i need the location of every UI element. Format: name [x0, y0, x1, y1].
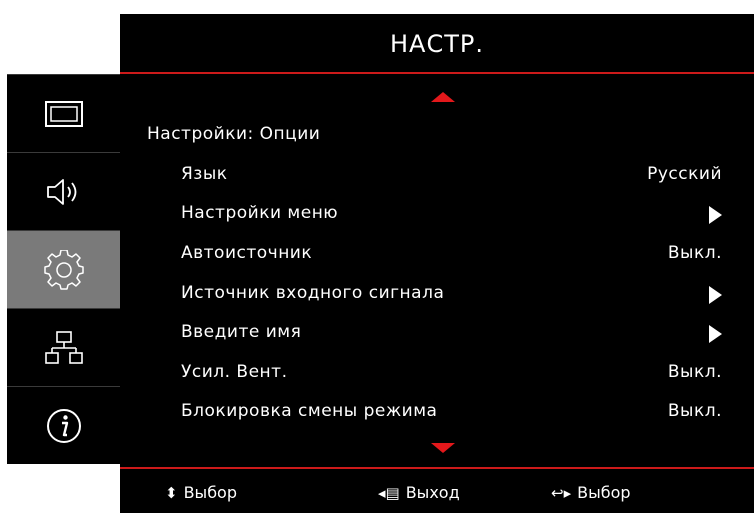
footer-divider [120, 467, 754, 469]
tab-info[interactable] [7, 386, 120, 465]
menu-item-value: Русский [647, 164, 722, 184]
info-icon [46, 409, 81, 443]
submenu-arrow-icon [709, 286, 722, 304]
image-frame-icon [44, 101, 83, 127]
submenu-arrow-icon [709, 325, 722, 343]
menu-item-enter-name[interactable]: Введите имя [181, 322, 722, 350]
hint-label: Выход [405, 483, 460, 502]
tab-network[interactable] [7, 308, 120, 387]
scroll-up-arrow-icon[interactable] [431, 92, 455, 102]
menu-item-label: Язык [181, 164, 228, 184]
menu-item-label: Усил. Вент. [181, 362, 288, 382]
menu-item-mode-lock[interactable]: Блокировка смены режима Выкл. [181, 401, 722, 429]
sidebar [7, 74, 120, 464]
network-icon [44, 331, 83, 364]
section-title: Настройки: Опции [147, 124, 321, 144]
menu-item-language[interactable]: Язык Русский [181, 164, 722, 192]
hint-label: Выбор [183, 483, 237, 502]
menu-item-label: Автоисточник [181, 243, 313, 263]
menu-item-menu-settings[interactable]: Настройки меню [181, 203, 722, 231]
gear-icon [43, 250, 84, 290]
enter-icon: ↩▸ [551, 483, 572, 502]
updown-arrows-icon: ⬍ [165, 483, 178, 502]
menu-item-auto-source[interactable]: Автоисточник Выкл. [181, 243, 722, 271]
scroll-down-arrow-icon[interactable] [431, 443, 455, 453]
menu-item-label: Введите имя [181, 322, 302, 342]
menu-item-value: Выкл. [667, 401, 722, 421]
menu-item-label: Настройки меню [181, 203, 339, 223]
title-divider [120, 72, 754, 74]
menu-item-value: Выкл. [667, 362, 722, 382]
tab-image[interactable] [7, 74, 120, 153]
menu-item-input-source[interactable]: Источник входного сигнала [181, 283, 722, 311]
menu-item-high-fan[interactable]: Усил. Вент. Выкл. [181, 362, 722, 390]
menu-back-icon: ◂▤ [378, 483, 400, 502]
hint-exit: ◂▤ Выход [378, 483, 460, 502]
menu-item-label: Блокировка смены режима [181, 401, 438, 421]
tab-setup[interactable] [7, 230, 120, 309]
speaker-icon [46, 179, 76, 205]
osd-panel: НАСТР. Настройки: Опции Язык Русский Нас… [120, 14, 754, 513]
hint-enter: ↩▸ Выбор [551, 483, 631, 502]
hint-label: Выбор [577, 483, 631, 502]
submenu-arrow-icon [709, 206, 722, 224]
footer-hints: ⬍ Выбор ◂▤ Выход ↩▸ Выбор [120, 477, 754, 511]
menu-item-label: Источник входного сигнала [181, 283, 445, 303]
tab-audio[interactable] [7, 152, 120, 231]
page-title: НАСТР. [390, 30, 484, 58]
menu-item-value: Выкл. [667, 243, 722, 263]
hint-select-updown: ⬍ Выбор [165, 483, 237, 502]
